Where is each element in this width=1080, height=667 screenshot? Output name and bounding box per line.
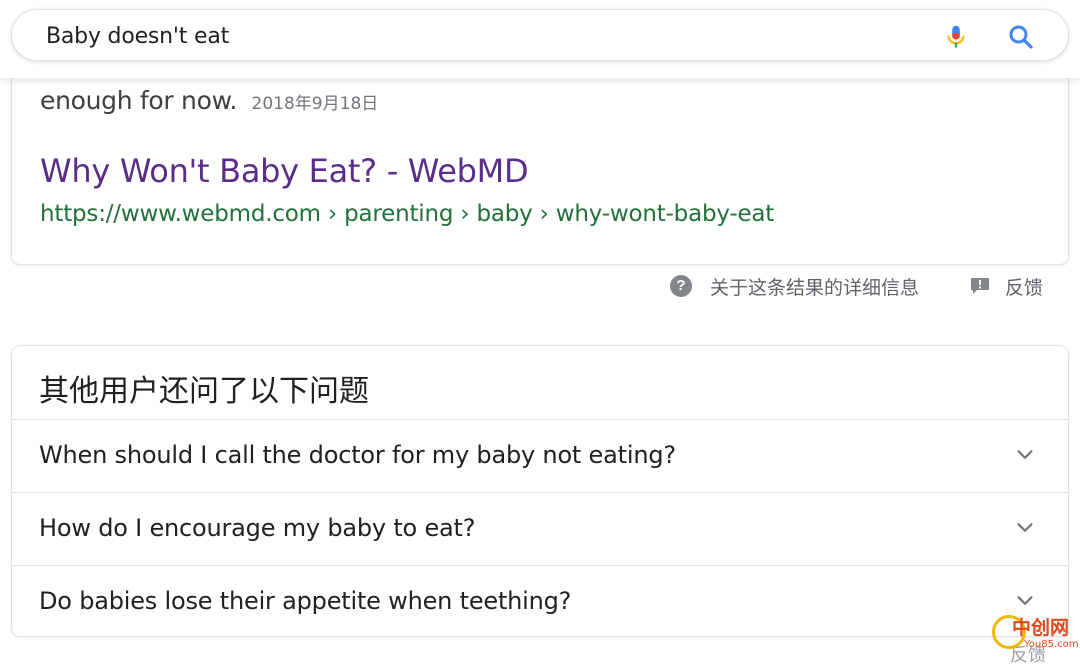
- chevron-down-icon[interactable]: [1014, 517, 1036, 539]
- people-also-ask-card: 其他用户还问了以下问题 When should I call the docto…: [11, 345, 1069, 637]
- watermark-logo: 中创网 You85.com: [988, 607, 1080, 659]
- watermark-domain: You85.com: [1024, 639, 1079, 650]
- about-result-link[interactable]: 关于这条结果的详细信息: [710, 273, 919, 300]
- result-url[interactable]: https://www.webmd.com › parenting › baby…: [40, 201, 774, 227]
- search-box[interactable]: Baby doesn't eat: [11, 9, 1069, 61]
- search-input[interactable]: Baby doesn't eat: [46, 24, 229, 49]
- help-icon[interactable]: ?: [670, 275, 692, 297]
- search-header: Baby doesn't eat: [0, 0, 1080, 78]
- chevron-down-icon[interactable]: [1014, 444, 1036, 466]
- paa-question-text: Do babies lose their appetite when teeth…: [39, 587, 572, 615]
- snippet-date: 2018年9月18日: [251, 94, 379, 114]
- result-meta-row: ? 关于这条结果的详细信息 反馈: [670, 272, 1060, 300]
- watermark-text: 中创网: [1012, 617, 1070, 639]
- feedback-link[interactable]: 反馈: [1005, 273, 1043, 300]
- search-icon[interactable]: [1006, 22, 1036, 52]
- search-result-card: enough for now. 2018年9月18日 Why Won't Bab…: [11, 60, 1069, 265]
- paa-question-item[interactable]: Do babies lose their appetite when teeth…: [12, 565, 1068, 636]
- result-title-link[interactable]: Why Won't Baby Eat? - WebMD: [40, 152, 529, 190]
- mic-icon[interactable]: [941, 22, 971, 52]
- paa-question-text: How do I encourage my baby to eat?: [39, 514, 476, 542]
- paa-question-item[interactable]: When should I call the doctor for my bab…: [12, 419, 1068, 491]
- result-snippet: enough for now. 2018年9月18日: [40, 86, 378, 115]
- paa-question-item[interactable]: How do I encourage my baby to eat?: [12, 492, 1068, 564]
- snippet-text: enough for now.: [40, 86, 238, 115]
- paa-question-text: When should I call the doctor for my bab…: [39, 441, 676, 469]
- paa-title: 其他用户还问了以下问题: [39, 374, 369, 409]
- feedback-icon[interactable]: [970, 277, 990, 295]
